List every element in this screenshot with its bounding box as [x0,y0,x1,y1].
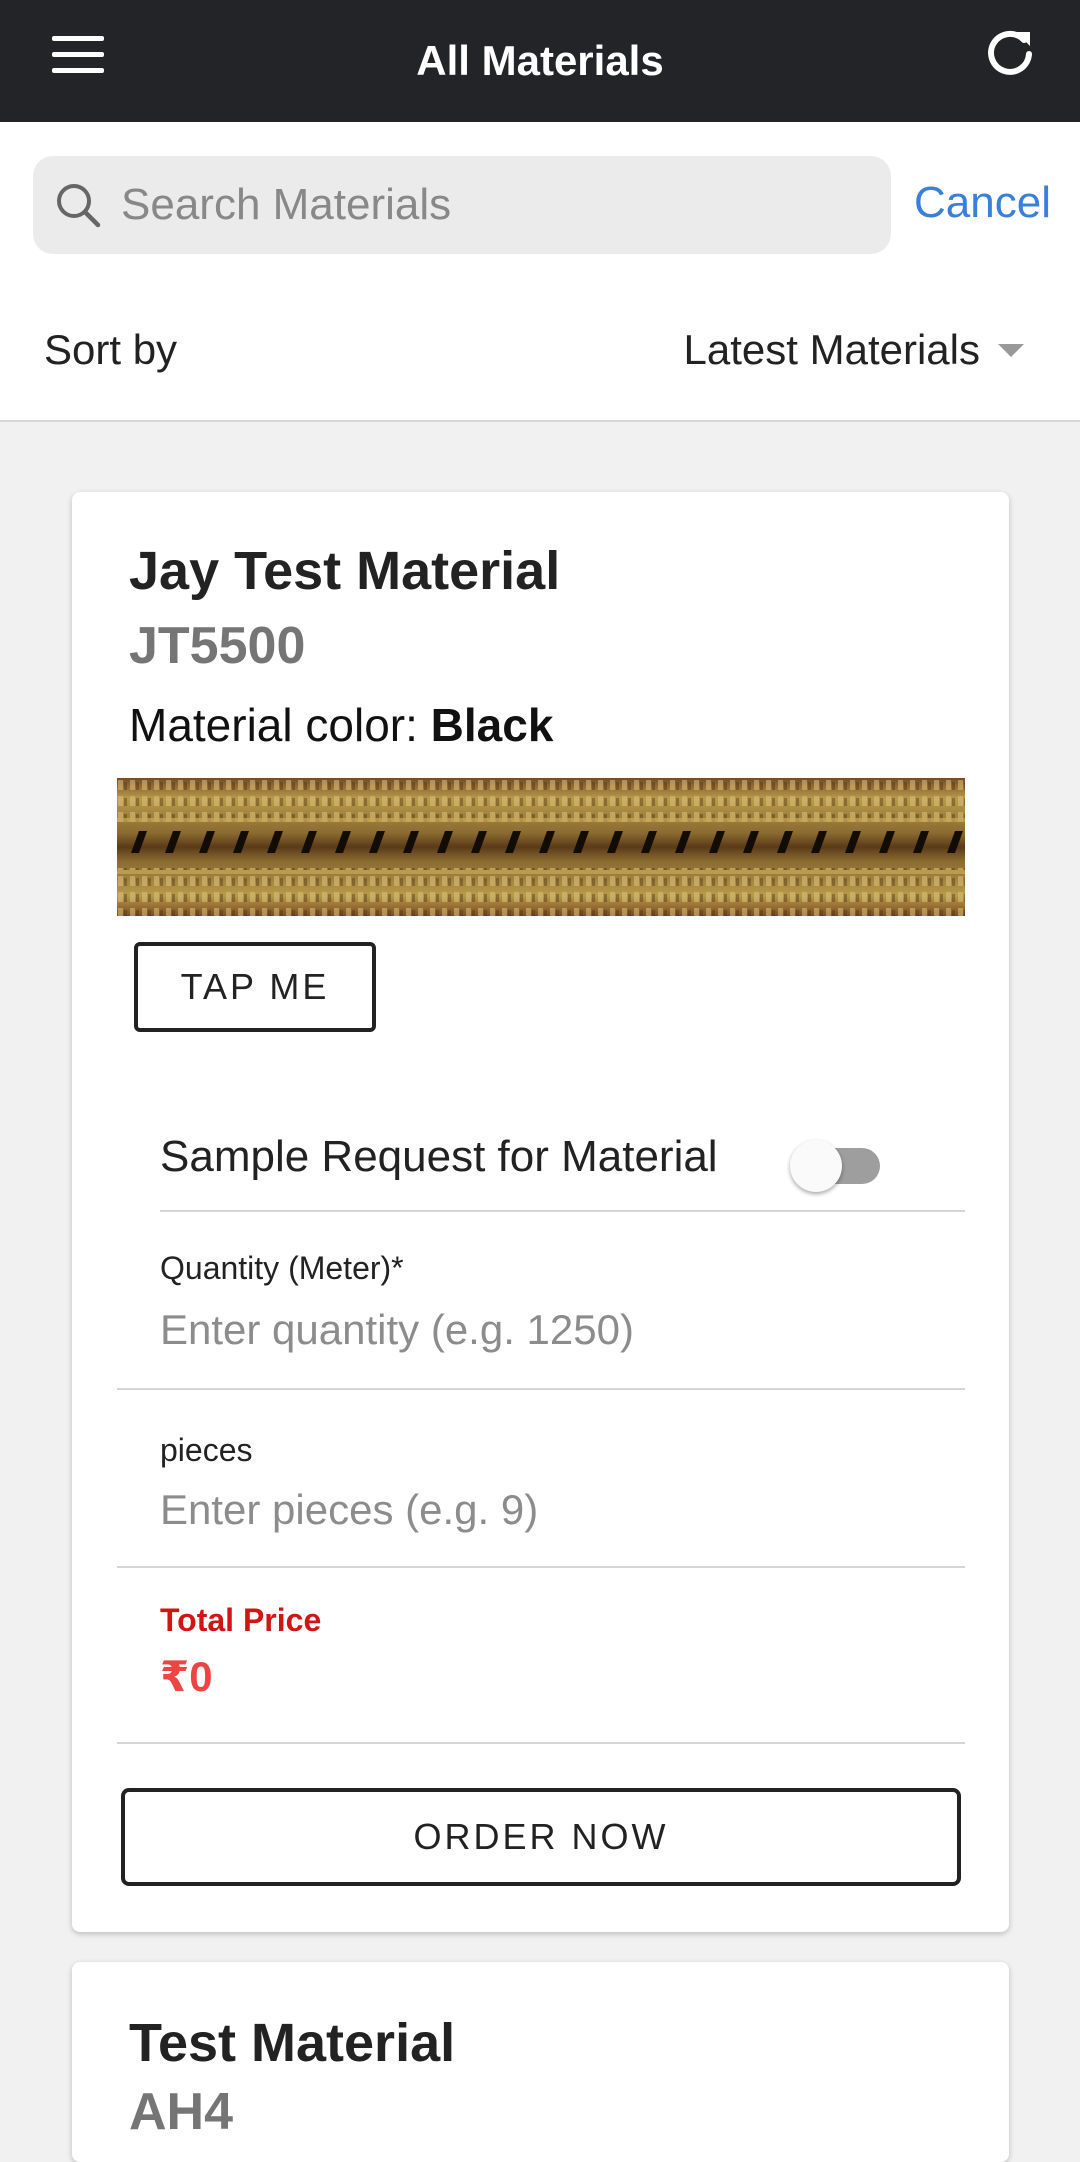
quantity-field: Quantity (Meter)* [117,1222,965,1390]
cancel-button[interactable]: Cancel [914,178,1051,228]
material-card: Test Material AH4 [72,1962,1009,2162]
total-price-label: Total Price [160,1602,322,1638]
tap-me-button[interactable]: TAP ME [134,942,376,1032]
material-color-label: Material color: [129,699,431,751]
dropdown-caret-icon [998,343,1024,357]
total-price-value: ₹0 [160,1653,213,1700]
quantity-input[interactable] [160,1306,920,1354]
sort-label: Sort by [44,326,178,373]
pieces-field: pieces [117,1390,965,1568]
hamburger-menu-icon[interactable] [52,30,106,80]
search-bar[interactable] [33,156,891,254]
search-icon [57,184,101,228]
sample-request-label: Sample Request for Material [160,1132,718,1181]
app-header: All Materials [0,0,1080,122]
material-name: Jay Test Material [129,541,561,601]
sample-request-toggle[interactable] [790,1132,890,1192]
material-code: JT5500 [129,617,306,675]
material-name: Test Material [129,2013,456,2073]
sort-row: Sort by Latest Materials [44,326,1034,386]
toggle-knob [790,1140,842,1192]
search-sort-panel: Cancel Sort by Latest Materials [0,122,1080,422]
material-color-value: Black [430,699,554,751]
pieces-input[interactable] [160,1486,920,1534]
material-card: Jay Test Material JT5500 Material color:… [72,492,1009,1932]
pieces-label: pieces [160,1432,253,1468]
quantity-label: Quantity (Meter)* [160,1250,404,1286]
page-title: All Materials [416,37,664,84]
order-now-button[interactable]: ORDER NOW [121,1788,961,1886]
material-image [117,778,965,916]
material-color: Material color: Black [129,698,553,752]
sort-selected-value: Latest Materials [683,326,980,373]
material-code: AH4 [129,2083,234,2141]
search-input[interactable] [119,179,883,231]
sort-select[interactable]: Latest Materials [684,326,1034,374]
refresh-icon[interactable] [980,22,1040,82]
total-price-field: Total Price ₹0 [117,1568,965,1744]
sample-request-row: Sample Request for Material [160,1122,965,1212]
